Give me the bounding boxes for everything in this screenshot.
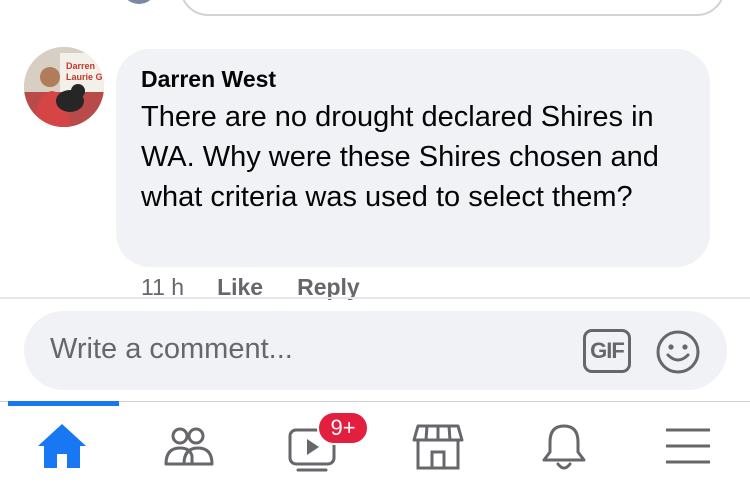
svg-text:Darren: Darren xyxy=(66,61,95,71)
nav-menu[interactable] xyxy=(660,418,716,474)
comment-text: There are no drought declared Shires in … xyxy=(141,101,659,213)
bell-icon xyxy=(542,424,586,470)
nav-marketplace[interactable] xyxy=(410,418,466,474)
previous-reply-field[interactable] xyxy=(180,0,725,16)
divider xyxy=(0,297,750,299)
avatar-photo: Darren Laurie G xyxy=(24,47,104,127)
smiley-icon[interactable] xyxy=(655,329,701,375)
active-tab-indicator xyxy=(8,401,119,406)
avatar[interactable]: Darren Laurie G xyxy=(24,47,104,127)
nav-home[interactable] xyxy=(34,418,90,474)
friends-icon xyxy=(164,427,214,466)
svg-text:Laurie G: Laurie G xyxy=(66,72,103,82)
home-icon xyxy=(38,424,86,468)
nav-friends[interactable] xyxy=(160,418,216,474)
hamburger-icon xyxy=(666,428,710,464)
notification-badge: 9+ xyxy=(317,411,369,445)
comment-input[interactable]: Write a comment... xyxy=(50,333,293,366)
marketplace-icon xyxy=(412,424,464,470)
previous-avatar xyxy=(122,0,156,4)
gif-button[interactable]: GIF xyxy=(583,329,631,373)
comment-author[interactable]: Darren West xyxy=(141,66,276,93)
nav-notifications[interactable] xyxy=(536,418,592,474)
